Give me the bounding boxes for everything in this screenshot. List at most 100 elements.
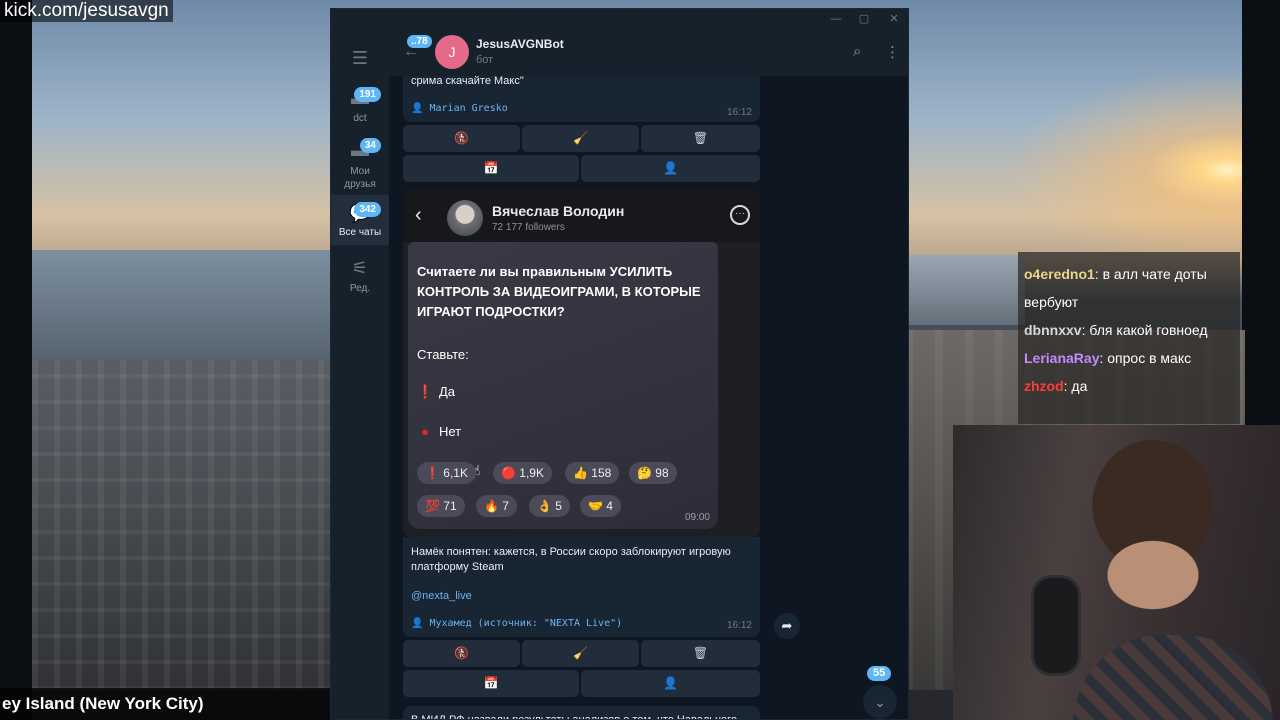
chevron-down-icon: ⌄ [874, 694, 886, 710]
reaction-count: 6,1K [443, 466, 468, 480]
sliders-icon: ⚟ [351, 258, 369, 278]
reaction-chip: 🔴 1,9K [493, 462, 552, 484]
signature-text: Marian Gresko [429, 103, 508, 114]
user-button[interactable]: 👤 [581, 670, 760, 697]
microphone [1031, 575, 1081, 676]
chat-username: o4eredno1 [1024, 266, 1095, 282]
post-author: Вячеслав Володин [492, 203, 625, 219]
reaction-chip: 👍 158 [565, 462, 620, 484]
close-icon[interactable]: ✕ [885, 11, 903, 27]
chat-message: zhzod: да [1024, 372, 1236, 400]
calendar-icon: 📅 [483, 161, 499, 175]
schedule-button[interactable]: 📅 [403, 155, 579, 182]
post-bubble: Считаете ли вы правильным УСИЛИТЬ КОНТРО… [408, 242, 718, 529]
message-link[interactable]: @nexta_live [403, 589, 760, 604]
delete-button[interactable]: 🗑 [641, 640, 760, 667]
folder-label: Мои друзья [344, 166, 376, 190]
user-button[interactable]: 👤 [581, 155, 760, 182]
share-icon[interactable]: ➦ [774, 613, 800, 639]
unread-badge: ..78 [407, 35, 432, 48]
stream-url: kick.com/jesusavgn [0, 0, 173, 22]
post-time: 09:00 [684, 512, 710, 523]
search-icon[interactable]: ⌕ [853, 43, 861, 60]
red-circle-icon: 🔴 [501, 466, 516, 480]
post-option-no: ● Нет [417, 424, 461, 439]
background-sea-right [905, 255, 1025, 325]
reaction-chip: 🤔 98 [629, 462, 677, 484]
option-label: Да [439, 384, 456, 399]
unread-badge: 55 [867, 666, 892, 681]
post-question: Считаете ли вы правильным УСИЛИТЬ КОНТРО… [417, 264, 701, 319]
message-bubble[interactable]: Намёк понятен: кажется, в России скоро з… [403, 537, 760, 637]
post-option-yes: ❗ Да [417, 384, 455, 400]
folder-label: Все чаты [338, 227, 382, 238]
reaction-count: 7 [502, 499, 509, 513]
folder-all-chats[interactable]: 💬 342 Все чаты [331, 195, 389, 245]
trash-icon: 🗑 [692, 646, 709, 660]
user-icon: 👤 [411, 618, 424, 629]
reaction-chip: 🤝 4 [580, 495, 621, 517]
chat-message: LerianaRay: опрос в макс [1024, 344, 1236, 372]
reaction-count: 1,9K [519, 466, 544, 480]
folder-friends[interactable]: ▬ 34 Мои друзья [331, 131, 389, 195]
folder-edit[interactable]: ⚟ Ред. [331, 251, 389, 299]
more-vertical-icon[interactable]: ⋮ [885, 43, 900, 61]
reaction-chip: ❗ 6,1K [417, 462, 476, 484]
message-bubble[interactable]: срима скачайте Макс" 👤 Marian Gresko 16:… [403, 76, 760, 122]
avatar [447, 200, 483, 236]
message-text: В МИД РФ назвали результаты анализов о т… [411, 714, 738, 720]
clean-button[interactable]: 🧹 [522, 640, 639, 667]
post-header: ‹ Вячеслав Володин 72 177 followers ··· [403, 190, 760, 242]
menu-button[interactable]: ☰ [331, 41, 389, 77]
maximize-icon[interactable]: ▢ [855, 11, 873, 27]
location-caption: ey Island (New York City) [0, 688, 330, 720]
chat-text: : да [1063, 378, 1088, 394]
thinking-face-icon: 🤔 [637, 466, 652, 480]
chat-message: dbnnxxv: бля какой говноед [1024, 316, 1236, 344]
unread-badge: 191 [354, 87, 381, 102]
user-icon: 👤 [663, 161, 678, 175]
schedule-button[interactable]: 📅 [403, 670, 579, 697]
ban-button[interactable]: 🚷 [403, 640, 520, 667]
reaction-count: 158 [591, 466, 612, 480]
message-bubble[interactable]: В МИД РФ назвали результаты анализов о т… [403, 706, 760, 720]
reaction-chip: 💯 71 [417, 495, 465, 517]
delete-button[interactable]: 🗑 [641, 125, 760, 152]
chat-text: : бля какой говноед [1081, 322, 1208, 338]
window-titlebar: — ▢ ✕ [331, 9, 908, 29]
user-icon: 👤 [411, 103, 424, 114]
avatar[interactable]: J [435, 35, 469, 69]
scroll-down-button[interactable]: ⌄ [863, 685, 897, 719]
background-city-left [32, 360, 332, 690]
user-icon: 👤 [663, 676, 678, 690]
reaction-count: 98 [655, 466, 669, 480]
fire-icon: 🔥 [484, 499, 499, 513]
trash-icon: 🗑 [692, 131, 709, 145]
chat-username: zhzod [1024, 378, 1064, 394]
streamer-shirt [1073, 635, 1273, 720]
hundred-icon: 💯 [425, 499, 440, 513]
post-vote-prompt: Ставьте: [417, 347, 469, 362]
chat-header: ← ..78 J JesusAVGNBot бот ⌕ ⋮ [389, 29, 908, 76]
chevron-left-icon: ‹ [415, 204, 422, 226]
chat-message: o4eredno1: в алл чате доты вербуют [1024, 260, 1236, 316]
message-signature: 👤 Marian Gresko [403, 103, 760, 114]
red-circle-icon: ● [421, 424, 429, 439]
calendar-icon: 📅 [483, 676, 499, 690]
message-text: срима скачайте Макс" [411, 76, 524, 87]
embedded-post-image[interactable]: ‹ Вячеслав Володин 72 177 followers ··· … [403, 190, 760, 537]
message-signature: 👤 Мухамед (источник: "NEXTA Live") [403, 618, 760, 629]
stream-chat: o4eredno1: в алл чате доты вербуют dbnnx… [1018, 252, 1240, 424]
reaction-chip: 👌 5 [529, 495, 570, 517]
clean-button[interactable]: 🧹 [522, 125, 639, 152]
chat-username: dbnnxxv [1024, 322, 1082, 338]
ban-icon: 🚷 [454, 646, 469, 660]
minimize-icon[interactable]: — [827, 11, 845, 27]
folders-sidebar: ☰ ▬ 191 dct ▬ 34 Мои друзья 💬 342 Все ча… [331, 29, 389, 719]
folder-dct[interactable]: ▬ 191 dct [331, 79, 389, 131]
hamburger-menu-icon: ☰ [351, 48, 369, 68]
folder-label: Ред. [349, 283, 371, 294]
chat-title[interactable]: JesusAVGNBot [476, 37, 564, 51]
chat-status: бот [476, 54, 494, 66]
ban-button[interactable]: 🚷 [403, 125, 520, 152]
